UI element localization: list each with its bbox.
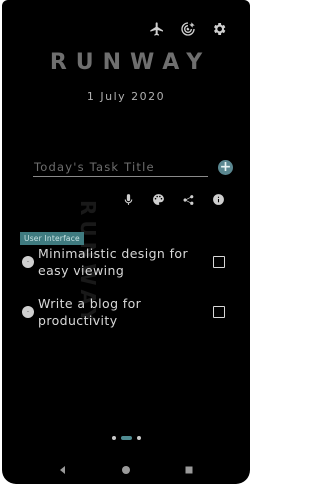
- recents-icon[interactable]: [182, 463, 196, 477]
- page-dot[interactable]: [111, 436, 116, 440]
- page-dot-active[interactable]: [120, 436, 132, 440]
- home-icon[interactable]: [119, 463, 133, 477]
- task-text[interactable]: Minimalistic design for easy viewing: [38, 245, 198, 279]
- system-nav-bar: [2, 456, 250, 484]
- share-icon[interactable]: [180, 191, 196, 207]
- app-title: RUNWAY: [49, 50, 212, 75]
- add-task-button[interactable]: +: [218, 160, 233, 175]
- back-icon[interactable]: [56, 463, 70, 477]
- task-priority-badge: ·: [22, 306, 34, 318]
- page-indicator: [2, 436, 250, 440]
- task-tools: [120, 191, 226, 207]
- top-toolbar: [148, 20, 228, 38]
- gear-icon[interactable]: [210, 20, 228, 38]
- task-text[interactable]: Write a blog for productivity: [38, 295, 198, 329]
- task-checkbox[interactable]: [213, 306, 225, 318]
- info-icon[interactable]: [210, 191, 226, 207]
- palette-icon[interactable]: [150, 191, 166, 207]
- app-screen: RUNWAY 1 July 2020 RUNWAY + User Interfa…: [2, 0, 250, 484]
- target-icon[interactable]: [179, 20, 197, 38]
- task-checkbox[interactable]: [213, 256, 225, 268]
- category-tag[interactable]: User Interface: [20, 232, 84, 245]
- task-priority-badge: ·: [22, 256, 34, 268]
- task-title-input[interactable]: [33, 158, 208, 177]
- page-dot[interactable]: [136, 436, 141, 440]
- current-date: 1 July 2020: [86, 90, 166, 103]
- microphone-icon[interactable]: [120, 191, 136, 207]
- airplane-icon[interactable]: [148, 20, 166, 38]
